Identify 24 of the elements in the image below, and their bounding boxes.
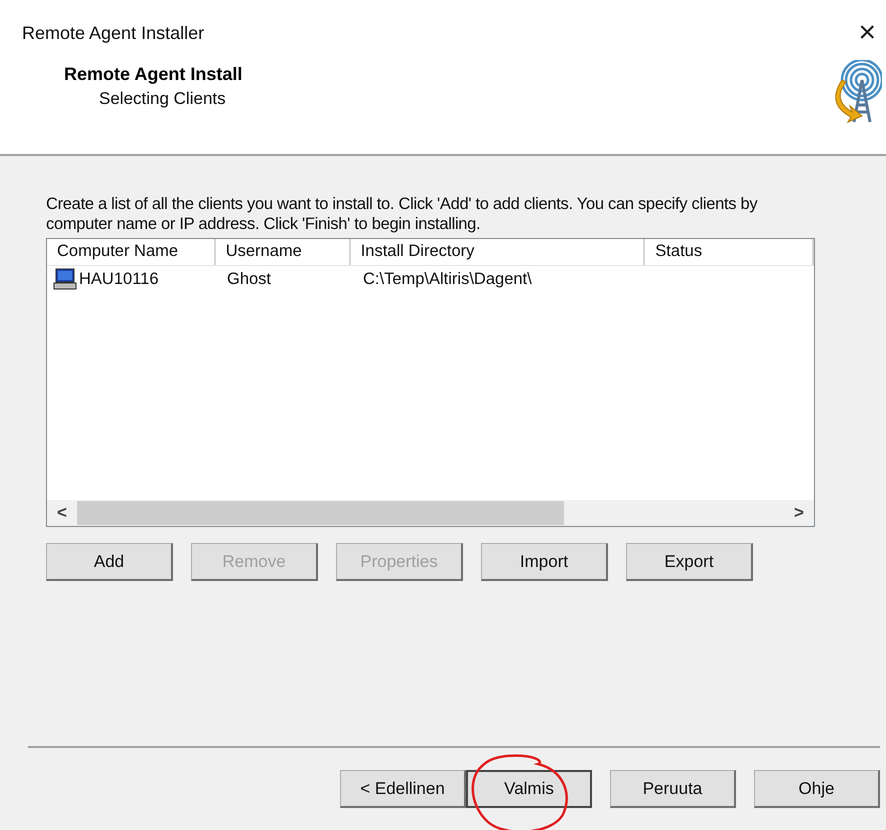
scroll-right-button[interactable]: > [784,503,814,523]
action-button[interactable]: Add [46,543,173,581]
column-header[interactable]: Computer Name [47,239,216,265]
table-cell: Ghost [227,270,272,288]
wizard-button[interactable]: Ohje [754,770,880,808]
computer-icon [53,268,77,290]
table-cell: HAU10116 [79,270,158,288]
horizontal-scrollbar[interactable]: < > [47,500,814,526]
action-button[interactable]: Export [626,543,753,581]
page-subtitle: Selecting Clients [98,89,227,109]
scrollbar-thumb[interactable] [77,501,564,525]
wizard-button[interactable]: Valmis [466,770,592,808]
scroll-left-button[interactable]: < [47,503,77,523]
column-header[interactable]: Status [645,239,814,265]
table-cell: C:\Temp\Altiris\Dagent\ [363,270,532,288]
wizard-button[interactable]: Peruuta [610,770,736,808]
wizard-button[interactable]: < Edellinen [340,770,466,808]
column-header[interactable]: Username [216,239,351,265]
instructions-text: Create a list of all the clients you want to install to. Click 'Add' to add clients. You can specify clients by computer name or IP address. Click 'Finish' to begin installing. [46,194,758,234]
window-title: Remote Agent Installer [22,22,204,44]
page-title: Remote Agent Install [64,64,242,85]
close-button[interactable]: × [854,18,880,48]
column-header[interactable]: Install Directory [350,239,646,265]
action-button[interactable]: Import [481,543,608,581]
